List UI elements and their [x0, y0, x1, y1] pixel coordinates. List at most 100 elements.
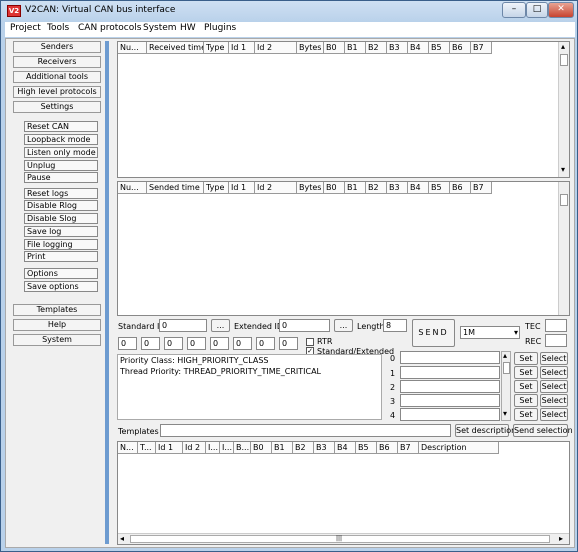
scroll-left-icon[interactable]: ◂: [120, 534, 124, 543]
disable-slog-button[interactable]: Disable Slog: [24, 213, 98, 224]
send-selection-button[interactable]: Send selection: [513, 424, 573, 437]
col-header[interactable]: Id 2: [183, 442, 206, 454]
col-header[interactable]: B7: [471, 42, 492, 54]
col-header[interactable]: Bytes: [297, 42, 324, 54]
slot-set-button[interactable]: Set: [514, 352, 538, 365]
slot-select-button[interactable]: Select: [540, 352, 568, 365]
col-header[interactable]: B2: [293, 442, 314, 454]
col-header[interactable]: B0: [251, 442, 272, 454]
slot-input[interactable]: [400, 408, 500, 421]
sidebar-receivers[interactable]: Receivers: [13, 56, 101, 68]
byte-input[interactable]: 0: [141, 337, 160, 350]
col-header[interactable]: Type: [204, 182, 229, 194]
col-header[interactable]: Id 1: [229, 42, 255, 54]
col-header[interactable]: B0: [324, 182, 345, 194]
slot-select-button[interactable]: Select: [540, 380, 568, 393]
sidebar-help[interactable]: Help: [13, 319, 101, 331]
slot-set-button[interactable]: Set: [514, 366, 538, 379]
col-header[interactable]: I...: [206, 442, 220, 454]
title-bar[interactable]: V2 V2CAN: Virtual CAN bus interface – □ …: [1, 1, 577, 22]
menu-can-protocols[interactable]: CAN protocols: [78, 23, 141, 33]
scroll-thumb[interactable]: [560, 54, 568, 66]
col-header[interactable]: I...: [220, 442, 234, 454]
set-description-button[interactable]: Set description: [455, 424, 516, 437]
pause-button[interactable]: Pause: [24, 172, 98, 183]
sidebar-additional-tools[interactable]: Additional tools: [13, 71, 101, 83]
col-header[interactable]: B3: [387, 182, 408, 194]
scroll-up-icon[interactable]: ▴: [561, 42, 565, 51]
slot-input[interactable]: [400, 394, 500, 407]
slot-select-button[interactable]: Select: [540, 366, 568, 379]
standard-id-browse-button[interactable]: ...: [211, 319, 230, 332]
slot-set-button[interactable]: Set: [514, 408, 538, 421]
close-button[interactable]: ✕: [548, 2, 574, 18]
col-header[interactable]: B5: [356, 442, 377, 454]
col-header[interactable]: B6: [450, 42, 471, 54]
col-header[interactable]: Description: [419, 442, 499, 454]
template-description-input[interactable]: [160, 424, 451, 437]
menu-plugins[interactable]: Plugins: [204, 23, 236, 33]
col-header[interactable]: B5: [429, 182, 450, 194]
col-header[interactable]: B4: [335, 442, 356, 454]
scroll-down-icon[interactable]: ▾: [561, 165, 565, 174]
scroll-thumb[interactable]: |||: [130, 535, 550, 543]
slot-set-button[interactable]: Set: [514, 394, 538, 407]
save-log-button[interactable]: Save log: [24, 226, 98, 237]
sidebar-high-level-protocols[interactable]: High level protocols: [13, 86, 101, 98]
col-header[interactable]: B1: [272, 442, 293, 454]
save-options-button[interactable]: Save options: [24, 281, 98, 292]
col-header[interactable]: B2: [366, 42, 387, 54]
byte-input[interactable]: 0: [187, 337, 206, 350]
length-input[interactable]: 8: [383, 319, 407, 332]
byte-input[interactable]: 0: [279, 337, 298, 350]
col-header[interactable]: Id 2: [255, 42, 297, 54]
rtr-checkbox[interactable]: [306, 338, 314, 346]
slot-select-button[interactable]: Select: [540, 408, 568, 421]
menu-tools[interactable]: Tools: [47, 23, 69, 33]
sidebar-settings[interactable]: Settings: [13, 101, 101, 113]
menu-hw[interactable]: HW: [180, 23, 196, 33]
templates-grid[interactable]: N... T... Id 1 Id 2 I... I... B... B0 B1…: [117, 441, 570, 545]
slot-set-button[interactable]: Set: [514, 380, 538, 393]
col-header[interactable]: Received time: [147, 42, 204, 54]
col-header[interactable]: B2: [366, 182, 387, 194]
reset-logs-button[interactable]: Reset logs: [24, 188, 98, 199]
byte-input[interactable]: 0: [233, 337, 252, 350]
slot-input[interactable]: [400, 351, 500, 364]
listen-only-mode-button[interactable]: Listen only mode: [24, 147, 98, 158]
col-header[interactable]: B3: [387, 42, 408, 54]
col-header[interactable]: Id 1: [229, 182, 255, 194]
byte-input[interactable]: 0: [118, 337, 137, 350]
menu-system[interactable]: System: [143, 23, 177, 33]
slot-input[interactable]: [400, 380, 500, 393]
extended-id-browse-button[interactable]: ...: [334, 319, 353, 332]
slots-scrollbar[interactable]: ▴ ▾: [501, 351, 511, 421]
col-header[interactable]: B6: [377, 442, 398, 454]
col-header[interactable]: B4: [408, 182, 429, 194]
log-textarea[interactable]: Priority Class: HIGH_PRIORITY_CLASS Thre…: [117, 354, 382, 420]
bitrate-select[interactable]: 1M ▾: [460, 326, 520, 339]
minimize-button[interactable]: –: [502, 2, 526, 18]
col-header[interactable]: B4: [408, 42, 429, 54]
col-header[interactable]: B5: [429, 42, 450, 54]
col-header[interactable]: Id 1: [156, 442, 183, 454]
byte-input[interactable]: 0: [256, 337, 275, 350]
col-header[interactable]: Bytes: [297, 182, 324, 194]
disable-rlog-button[interactable]: Disable Rlog: [24, 200, 98, 211]
col-header[interactable]: B...: [234, 442, 251, 454]
col-header[interactable]: B6: [450, 182, 471, 194]
col-header[interactable]: B3: [314, 442, 335, 454]
sidebar-senders[interactable]: Senders: [13, 41, 101, 53]
loopback-mode-button[interactable]: Loopback mode: [24, 134, 98, 145]
extended-id-input[interactable]: 0: [279, 319, 330, 332]
scroll-right-icon[interactable]: ▸: [559, 534, 563, 543]
vertical-splitter[interactable]: [105, 41, 109, 544]
scroll-thumb[interactable]: [560, 194, 568, 206]
col-header[interactable]: Type: [204, 42, 229, 54]
col-header[interactable]: Sended time: [147, 182, 204, 194]
options-button[interactable]: Options: [24, 268, 98, 279]
col-header[interactable]: B1: [345, 182, 366, 194]
templates-hscrollbar[interactable]: ◂ ||| ▸: [118, 533, 569, 544]
maximize-button[interactable]: □: [526, 2, 548, 18]
unplug-button[interactable]: Unplug: [24, 160, 98, 171]
